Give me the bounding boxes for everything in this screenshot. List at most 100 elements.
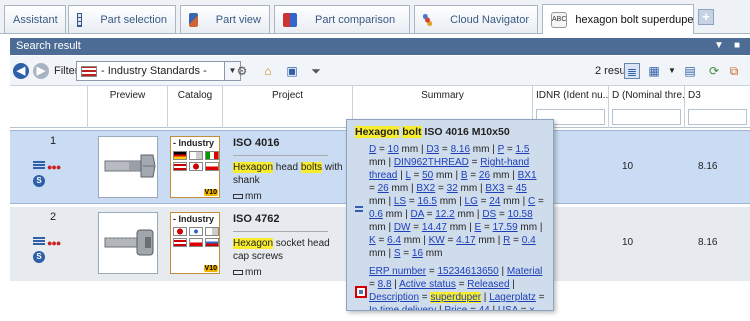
status-value[interactable]: Released (467, 279, 509, 290)
maximize-icon[interactable]: ■ (734, 40, 740, 51)
funnel-icon[interactable]: ⏷ (308, 63, 324, 79)
param-value[interactable]: 1.5 (516, 144, 530, 155)
price-key[interactable]: Price (444, 305, 467, 310)
status-key[interactable]: Active status (399, 279, 456, 290)
param-value[interactable]: 14.47 (422, 222, 447, 233)
param-value[interactable]: 6.4 (387, 235, 401, 246)
grid-view-icon[interactable]: ▤ (682, 63, 698, 79)
param-key[interactable]: DS (482, 209, 496, 220)
project-description: Hexagon socket head cap screws (233, 238, 330, 262)
table-view-icon[interactable]: ▦ (646, 63, 662, 79)
param-key[interactable]: KW (429, 235, 445, 246)
d-filter-input[interactable] (612, 109, 681, 125)
param-key[interactable]: E (475, 222, 482, 233)
preview-image[interactable] (98, 136, 158, 198)
add-tab-button[interactable]: + (698, 9, 714, 25)
note-icon[interactable] (355, 286, 367, 298)
param-key[interactable]: R (503, 235, 510, 246)
back-arrow-icon[interactable]: ◀ (13, 63, 29, 79)
param-key[interactable]: DW (394, 222, 411, 233)
usa-key[interactable]: USA (498, 305, 518, 310)
param-key[interactable]: BX2 (416, 183, 435, 194)
row-number: 2 (50, 211, 57, 223)
lagerplatz-value[interactable]: In time delivery (369, 305, 436, 310)
param-value[interactable]: 8.16 (451, 144, 470, 155)
preview-image[interactable] (98, 212, 158, 274)
tab-part-comparison[interactable]: Part comparison (274, 5, 410, 33)
row-header-col (10, 86, 88, 128)
param-value[interactable]: 10 (388, 144, 399, 155)
erp-key[interactable]: ERP number (369, 266, 426, 277)
param-key[interactable]: LG (465, 196, 478, 207)
catalog-badge[interactable]: - Industry V10 (170, 136, 220, 198)
param-value[interactable]: 26 (378, 183, 389, 194)
param-key[interactable]: D (369, 144, 376, 155)
erp-value[interactable]: 15234613650 (437, 266, 498, 277)
material-value[interactable]: 8.8 (378, 279, 392, 290)
param-key[interactable]: LS (394, 196, 406, 207)
lagerplatz-key[interactable]: Lagerplatz (489, 292, 536, 303)
description-key[interactable]: Description (369, 292, 419, 303)
dropdown-icon[interactable]: ▼ (714, 40, 724, 51)
param-value[interactable]: 16.5 (417, 196, 436, 207)
cloud-navigator-icon (423, 12, 433, 27)
param-value[interactable]: 45 (516, 183, 527, 194)
col-d[interactable]: D (Nominal thre... (609, 86, 685, 128)
param-key[interactable]: BX1 (518, 170, 537, 181)
status-dots-icon: ●●● (47, 238, 61, 248)
forward-arrow-icon[interactable]: ▶ (33, 63, 49, 79)
param-key[interactable]: P (498, 144, 505, 155)
description-value[interactable]: superduper (430, 292, 482, 303)
param-value[interactable]: 16 (412, 248, 423, 259)
save-icon[interactable]: ▣ (284, 63, 300, 79)
tab-cloud-navigator[interactable]: Cloud Navigator (414, 5, 538, 33)
price-value[interactable]: 44 (479, 305, 490, 310)
export-icon[interactable]: ⧉ (726, 63, 742, 79)
gear-icon[interactable]: ⚙ (234, 63, 250, 79)
col-catalog[interactable]: Catalog (168, 86, 223, 128)
param-value[interactable]: 50 (422, 170, 433, 181)
d3-filter-input[interactable] (688, 109, 747, 125)
home-icon[interactable]: ⌂ (260, 63, 276, 79)
tab-search-term[interactable]: ABC hexagon bolt superduper (542, 4, 694, 34)
param-value[interactable]: 32 (447, 183, 458, 194)
filter-select[interactable]: - Industry Standards - ▼ (76, 61, 241, 81)
param-key[interactable]: DIN962THREAD (394, 157, 469, 168)
col-d3[interactable]: D3 (685, 86, 750, 128)
param-value[interactable]: 12.2 (435, 209, 454, 220)
param-key[interactable]: S (394, 248, 401, 259)
param-value[interactable]: 0.6 (369, 209, 383, 220)
details-icon[interactable] (33, 237, 45, 245)
param-key[interactable]: K (369, 235, 376, 246)
param-value[interactable]: 17.59 (493, 222, 518, 233)
param-key[interactable]: B (461, 170, 468, 181)
details-icon[interactable] (33, 161, 45, 169)
param-value[interactable]: 4.17 (456, 235, 475, 246)
divider (233, 155, 328, 156)
param-value[interactable]: 26 (479, 170, 490, 181)
catalog-badge[interactable]: - Industry V10 (170, 212, 220, 274)
param-value[interactable]: 10.58 (508, 209, 533, 220)
usa-value[interactable]: x (529, 305, 534, 310)
col-preview[interactable]: Preview (88, 86, 168, 128)
param-key[interactable]: DA (411, 209, 424, 220)
tab-assistant[interactable]: Assistant (4, 5, 66, 33)
project-title: ISO 4762 (233, 213, 280, 225)
s-badge-icon[interactable]: S (33, 251, 45, 263)
tab-part-selection[interactable]: Part selection (68, 5, 176, 33)
param-value[interactable]: 0.4 (522, 235, 536, 246)
refresh-icon[interactable]: ⟳ (706, 63, 722, 79)
details-icon[interactable] (355, 206, 363, 212)
param-key[interactable]: D3 (426, 144, 439, 155)
param-key[interactable]: BX3 (485, 183, 504, 194)
status-dots-icon: ●●● (47, 162, 61, 172)
param-value[interactable]: 24 (489, 196, 500, 207)
view-dropdown-icon[interactable]: ▼ (664, 63, 680, 79)
material-key[interactable]: Material (507, 266, 543, 277)
tab-part-view[interactable]: Part view (180, 5, 270, 33)
col-project[interactable]: Project (223, 86, 353, 128)
s-badge-icon[interactable]: S (33, 175, 45, 187)
param-key[interactable]: C (528, 196, 535, 207)
param-key[interactable]: L (406, 170, 411, 181)
list-view-icon[interactable]: ≣ (624, 63, 640, 79)
